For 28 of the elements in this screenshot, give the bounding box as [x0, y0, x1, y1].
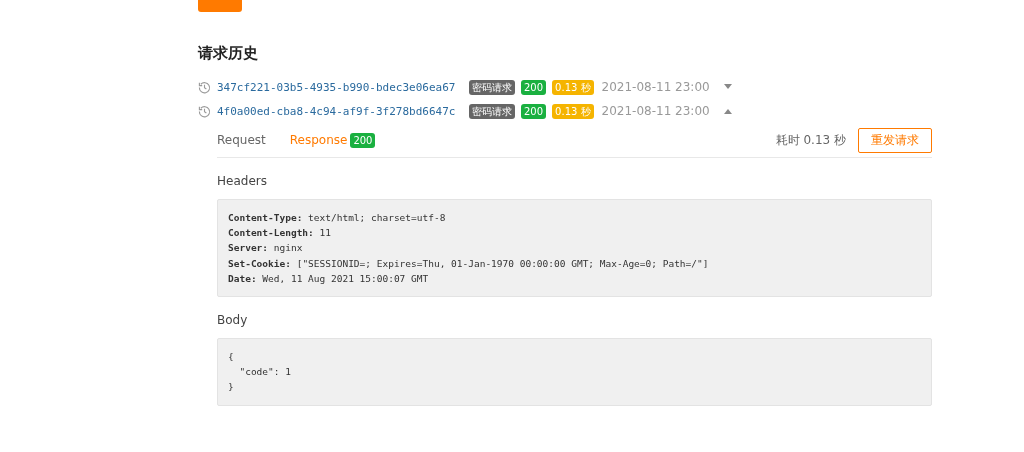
request-id-link[interactable]: 4f0a00ed-cba8-4c94-af9f-3f278bd6647c — [217, 104, 463, 118]
code-line: "code": 1 — [238, 365, 292, 380]
header-line: Content-Length: 11 — [228, 226, 332, 241]
code-line: { — [228, 350, 235, 364]
history-icon — [198, 104, 211, 118]
type-tag: 密码请求 — [469, 79, 515, 95]
status-badge: 200 — [521, 79, 547, 95]
timestamp: 2021-08-11 23:00 — [601, 104, 710, 118]
header-line: Set-Cookie: ["SESSIONID=; Expires=Thu, 01-Jan-1970 00:00:00 GMT; Max-Age=0; Path=/"] — [228, 256, 710, 271]
caret-icon[interactable] — [723, 84, 732, 90]
header-line: Content-Type: text/html; charset=utf-8 — [228, 211, 447, 225]
request-id-link[interactable]: 347cf221-03b5-4935-b990-bdec3e06ea67 — [217, 80, 463, 94]
status-badge: 200 — [521, 103, 547, 119]
header-line: Server: nginx — [228, 241, 304, 256]
code-line: } — [228, 380, 235, 395]
duration-badge: 0.13 秒 — [552, 103, 594, 119]
status-badge: 200 — [350, 132, 376, 148]
history-icon — [198, 80, 211, 94]
header-line: Date: Wed, 11 Aug 2021 15:00:07 GMT — [228, 271, 430, 286]
elapsed-time: 耗时 0.13 秒 — [775, 131, 846, 149]
duration-badge: 0.13 秒 — [552, 79, 594, 95]
body-label: Body — [217, 313, 249, 327]
timestamp: 2021-08-11 23:00 — [601, 80, 710, 94]
tab[interactable]: Request — [217, 133, 266, 147]
headers-label: Headers — [217, 174, 268, 188]
caret-icon[interactable] — [723, 108, 732, 114]
type-tag: 密码请求 — [469, 103, 515, 119]
section-title: 请求历史 — [198, 44, 259, 63]
